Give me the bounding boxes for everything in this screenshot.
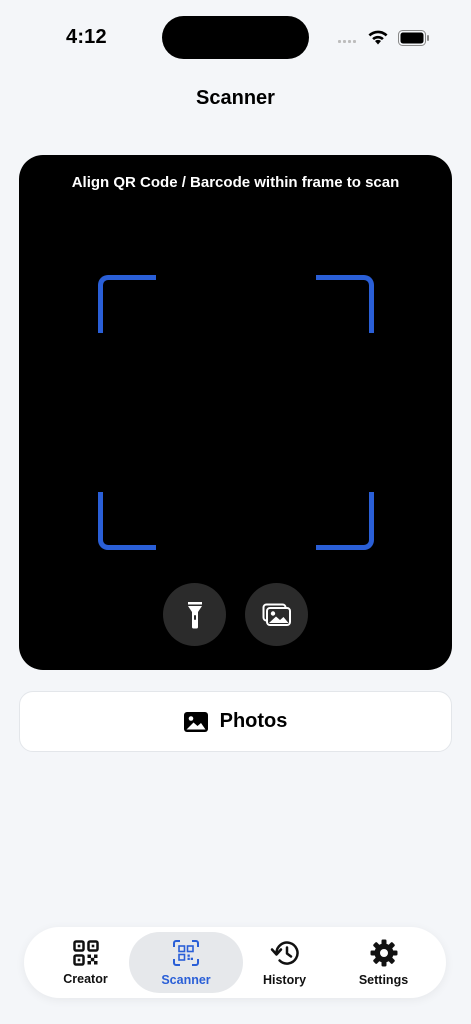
scan-frame-corner-bottom-right <box>316 492 374 550</box>
tab-scanner[interactable]: Scanner <box>129 932 243 993</box>
scan-frame-corner-bottom-left <box>98 492 156 550</box>
tab-history[interactable]: History <box>228 932 341 993</box>
gallery-button[interactable] <box>245 583 308 646</box>
cellular-signal-icon <box>338 40 356 43</box>
page-title: Scanner <box>196 87 275 109</box>
photos-button[interactable]: Photos <box>19 691 452 752</box>
wifi-icon <box>368 30 388 45</box>
scan-frame-corner-top-left <box>98 275 156 333</box>
status-time: 4:12 <box>66 26 107 48</box>
scan-frame-corner-top-right <box>316 275 374 333</box>
status-bar: 4:12 <box>0 0 471 78</box>
tab-history-label: History <box>262 972 307 987</box>
history-icon <box>270 940 299 965</box>
scan-hint: Align QR Code / Barcode within frame to … <box>71 174 400 191</box>
camera-viewfinder[interactable]: Align QR Code / Barcode within frame to … <box>19 155 452 670</box>
flashlight-icon <box>187 601 202 628</box>
photo-icon <box>183 711 208 732</box>
tab-settings-label: Settings <box>358 972 409 987</box>
tab-bar: Creator Scanner History Settings <box>24 927 446 998</box>
flashlight-button[interactable] <box>163 583 226 646</box>
qr-scan-icon <box>173 939 199 966</box>
tab-settings[interactable]: Settings <box>327 932 440 993</box>
tab-creator[interactable]: Creator <box>30 932 141 993</box>
dynamic-island <box>162 16 309 59</box>
photos-button-label: Photos <box>219 710 288 732</box>
battery-icon <box>398 30 429 46</box>
tab-creator-label: Creator <box>63 971 108 986</box>
gear-icon <box>370 939 397 966</box>
tab-scanner-label: Scanner <box>161 972 211 987</box>
photo-gallery-icon <box>262 603 291 626</box>
qr-code-icon <box>72 939 99 966</box>
